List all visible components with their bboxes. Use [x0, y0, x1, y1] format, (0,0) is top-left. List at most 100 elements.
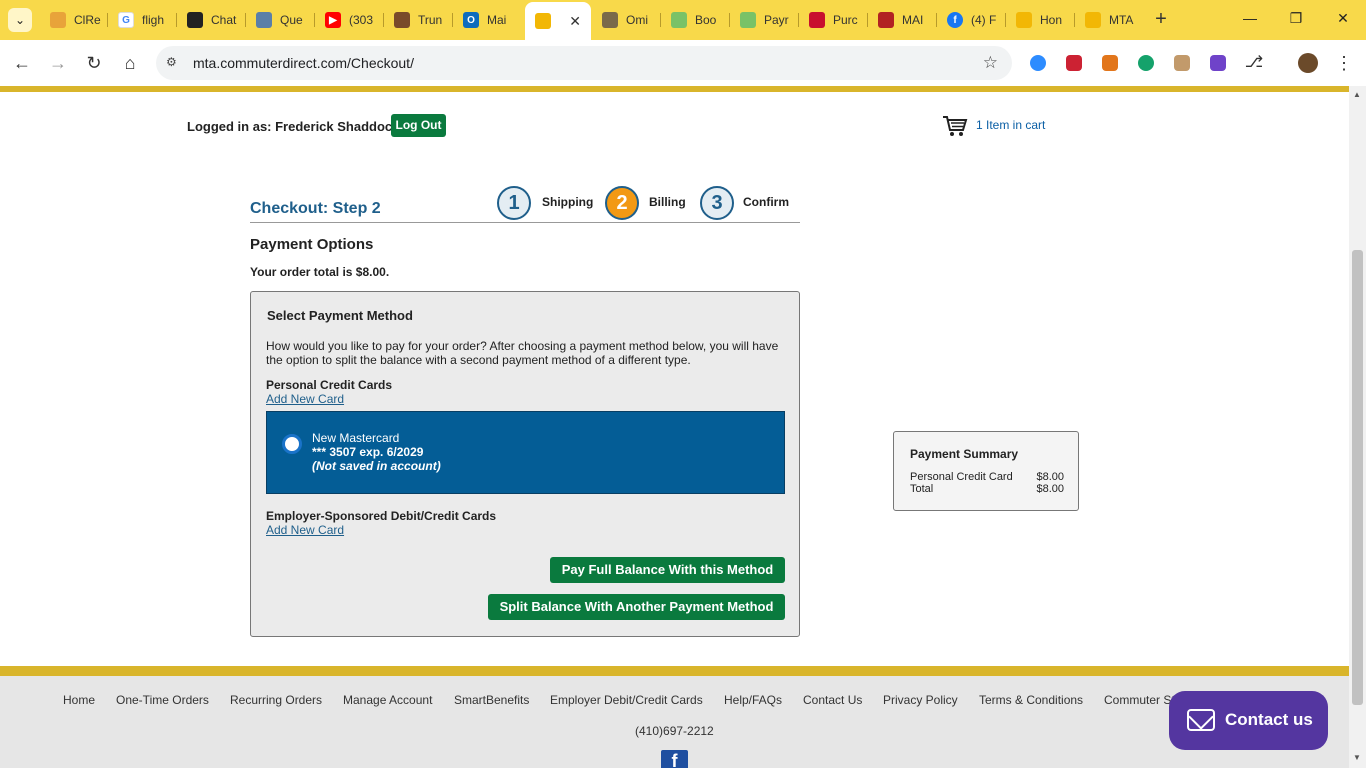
- footer-link-one-time-orders[interactable]: One-Time Orders: [116, 693, 209, 707]
- twitch-extension-icon[interactable]: [1210, 55, 1226, 71]
- step-2-circle: 2: [605, 186, 639, 220]
- checkout-divider: [250, 222, 800, 223]
- shopping-cart-icon[interactable]: [942, 114, 968, 138]
- add-personal-card-link[interactable]: Add New Card: [266, 392, 344, 406]
- footer-phone: (410)697-2212: [635, 724, 714, 738]
- top-accent-bar: [0, 86, 1349, 92]
- tab-label: MTA: [1109, 13, 1134, 27]
- browser-tab[interactable]: O Mai: [453, 6, 523, 34]
- close-tab-icon[interactable]: ✕: [569, 13, 581, 30]
- step-3-circle: 3: [700, 186, 734, 220]
- browser-menu-icon[interactable]: ⋮: [1333, 52, 1355, 74]
- browser-tab[interactable]: MTA: [1075, 6, 1144, 34]
- browser-tab[interactable]: Que: [246, 6, 315, 34]
- youtube-favicon-icon: ▶: [325, 12, 341, 28]
- scroll-down-icon[interactable]: ▼: [1353, 753, 1361, 762]
- vm-extension-icon[interactable]: [1066, 55, 1082, 71]
- tab-label: Omi: [626, 13, 648, 27]
- openai-favicon-icon: [187, 12, 203, 28]
- mastercard-option[interactable]: New Mastercard *** 3507 exp. 6/2029 (Not…: [266, 411, 785, 494]
- scroll-up-icon[interactable]: ▲: [1353, 90, 1361, 99]
- extensions-puzzle-icon[interactable]: ⎇: [1243, 52, 1265, 74]
- browser-tab[interactable]: Omi: [592, 6, 661, 34]
- tab-label: (303: [349, 13, 374, 27]
- folder-favicon-icon: [256, 12, 272, 28]
- back-icon[interactable]: ←: [11, 52, 33, 74]
- footer-accent-bar: [0, 666, 1349, 676]
- logout-button[interactable]: Log Out: [391, 114, 446, 137]
- forward-icon[interactable]: →: [47, 52, 69, 74]
- home-icon[interactable]: ⌂: [119, 52, 141, 74]
- close-window-icon[interactable]: ✕: [1333, 10, 1353, 27]
- browser-tab[interactable]: Purc: [799, 6, 868, 34]
- bookmark-star-icon[interactable]: ☆: [983, 53, 998, 73]
- cart-link[interactable]: 1 Item in cart: [976, 118, 1045, 132]
- footer-link-recurring-orders[interactable]: Recurring Orders: [230, 693, 322, 707]
- payment-summary-title: Payment Summary: [910, 447, 1019, 461]
- browser-tab[interactable]: Gfligh: [108, 6, 177, 34]
- browser-tab[interactable]: Boo: [661, 6, 730, 34]
- southwest-favicon-icon: [809, 12, 825, 28]
- site-info-icon[interactable]: ⚙: [166, 55, 182, 71]
- scroll-thumb[interactable]: [1352, 250, 1363, 705]
- contact-us-button[interactable]: Contact us: [1169, 691, 1328, 750]
- browser-tab[interactable]: ClRe: [40, 6, 108, 34]
- footer-link-manage-account[interactable]: Manage Account: [343, 693, 432, 707]
- checkout-title: Checkout: Step 2: [250, 200, 381, 217]
- metamask-extension-icon[interactable]: [1102, 55, 1118, 71]
- payment-summary: Payment Summary Personal Credit Card $8.…: [893, 431, 1079, 511]
- tab-label: Chat: [211, 13, 237, 27]
- card-number: *** 3507 exp. 6/2029: [312, 445, 424, 459]
- mta-favicon-icon: [1016, 12, 1032, 28]
- browser-tab[interactable]: ▶ (303: [315, 6, 384, 34]
- footer: Home One-Time Orders Recurring Orders Ma…: [0, 676, 1349, 768]
- tab-search-dropdown-icon[interactable]: ⌄: [8, 8, 32, 32]
- order-total: Your order total is $8.00.: [250, 265, 390, 279]
- pay-full-balance-button[interactable]: Pay Full Balance With this Method: [550, 557, 785, 583]
- restore-icon[interactable]: ❐: [1286, 10, 1306, 27]
- browser-tab-strip: ⌄ ClRe Gfligh Chat Que ▶ (303 Trun O Mai ✕…: [0, 0, 1366, 40]
- new-tab-icon[interactable]: +: [1152, 9, 1170, 29]
- employer-cards-label: Employer-Sponsored Debit/Credit Cards: [266, 509, 497, 523]
- footer-link-help[interactable]: Help/FAQs: [724, 693, 782, 707]
- minimize-icon[interactable]: —: [1240, 10, 1260, 26]
- book-favicon-icon: [671, 12, 687, 28]
- grammarly-extension-icon[interactable]: [1138, 55, 1154, 71]
- summary-row-label: Personal Credit Card: [910, 471, 1013, 483]
- zoom-extension-icon[interactable]: [1030, 55, 1046, 71]
- footer-link-privacy[interactable]: Privacy Policy: [883, 693, 958, 707]
- split-balance-button[interactable]: Split Balance With Another Payment Metho…: [488, 594, 785, 620]
- card-radio-button[interactable]: [282, 434, 302, 454]
- browser-tab[interactable]: Hon: [1006, 6, 1075, 34]
- facebook-icon[interactable]: f: [661, 750, 688, 768]
- profile-avatar[interactable]: [1298, 53, 1318, 73]
- card-note: (Not saved in account): [312, 459, 441, 473]
- add-employer-card-link[interactable]: Add New Card: [266, 523, 344, 537]
- browser-tab[interactable]: MAI: [868, 6, 937, 34]
- footer-link-contact[interactable]: Contact Us: [803, 693, 862, 707]
- browser-tab[interactable]: f (4) F: [937, 6, 1006, 34]
- footer-link-employer-cards[interactable]: Employer Debit/Credit Cards: [550, 693, 703, 707]
- browser-tab[interactable]: Trun: [384, 6, 453, 34]
- cat-extension-icon[interactable]: [1174, 55, 1190, 71]
- envelope-icon: [1187, 709, 1215, 731]
- footer-link-commuter-store[interactable]: Commuter St: [1104, 693, 1175, 707]
- tab-label: (4) F: [971, 13, 997, 27]
- mta-favicon-icon: [1085, 12, 1101, 28]
- reload-icon[interactable]: ↻: [83, 52, 105, 74]
- browser-tab-active[interactable]: ✕: [525, 2, 591, 40]
- mai-favicon-icon: [878, 12, 894, 28]
- payment-options-heading: Payment Options: [250, 236, 374, 253]
- tab-label: ClRe: [74, 13, 101, 27]
- checkout-page: Logged in as: Frederick Shaddock Log Out…: [0, 86, 1349, 768]
- page-scrollbar[interactable]: ▲ ▼: [1349, 86, 1366, 768]
- footer-link-home[interactable]: Home: [63, 693, 95, 707]
- address-bar[interactable]: ⚙ mta.commuterdirect.com/Checkout/ ☆: [156, 46, 1012, 80]
- footer-link-terms[interactable]: Terms & Conditions: [979, 693, 1083, 707]
- payment-method-title: Select Payment Method: [267, 308, 413, 323]
- summary-row: Total $8.00: [910, 483, 1064, 495]
- browser-tab[interactable]: Payr: [730, 6, 799, 34]
- browser-tab[interactable]: Chat: [177, 6, 246, 34]
- footer-link-smartbenefits[interactable]: SmartBenefits: [454, 693, 529, 707]
- tab-label: Mai: [487, 13, 507, 27]
